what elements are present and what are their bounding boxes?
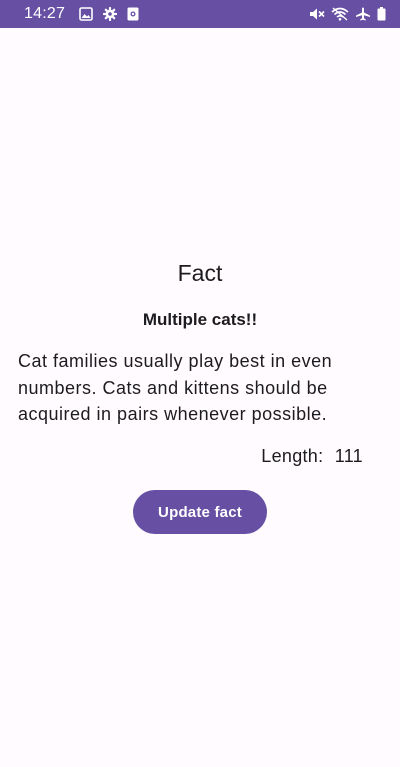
battery-icon xyxy=(377,7,386,21)
length-row: Length: 111 xyxy=(261,446,363,467)
airplane-icon xyxy=(355,7,371,21)
fact-subtitle: Multiple cats!! xyxy=(142,310,258,329)
wifi-off-icon xyxy=(331,7,349,21)
update-fact-button[interactable]: Update fact xyxy=(133,490,267,534)
settings-gear-icon xyxy=(103,7,118,21)
fact-screen: Fact Multiple cats!! Cat families usuall… xyxy=(0,28,400,767)
length-value: 111 xyxy=(334,446,363,466)
page-title: Fact xyxy=(177,260,223,286)
fact-text: Cat families usually play best in even n… xyxy=(18,351,333,424)
mute-icon xyxy=(309,7,325,21)
status-bar: 14:27 xyxy=(0,0,400,28)
status-time: 14:27 xyxy=(24,5,66,22)
image-icon xyxy=(79,7,93,21)
status-icons xyxy=(309,7,386,21)
length-label: Length: xyxy=(261,446,324,466)
screen-record-icon xyxy=(127,7,139,21)
